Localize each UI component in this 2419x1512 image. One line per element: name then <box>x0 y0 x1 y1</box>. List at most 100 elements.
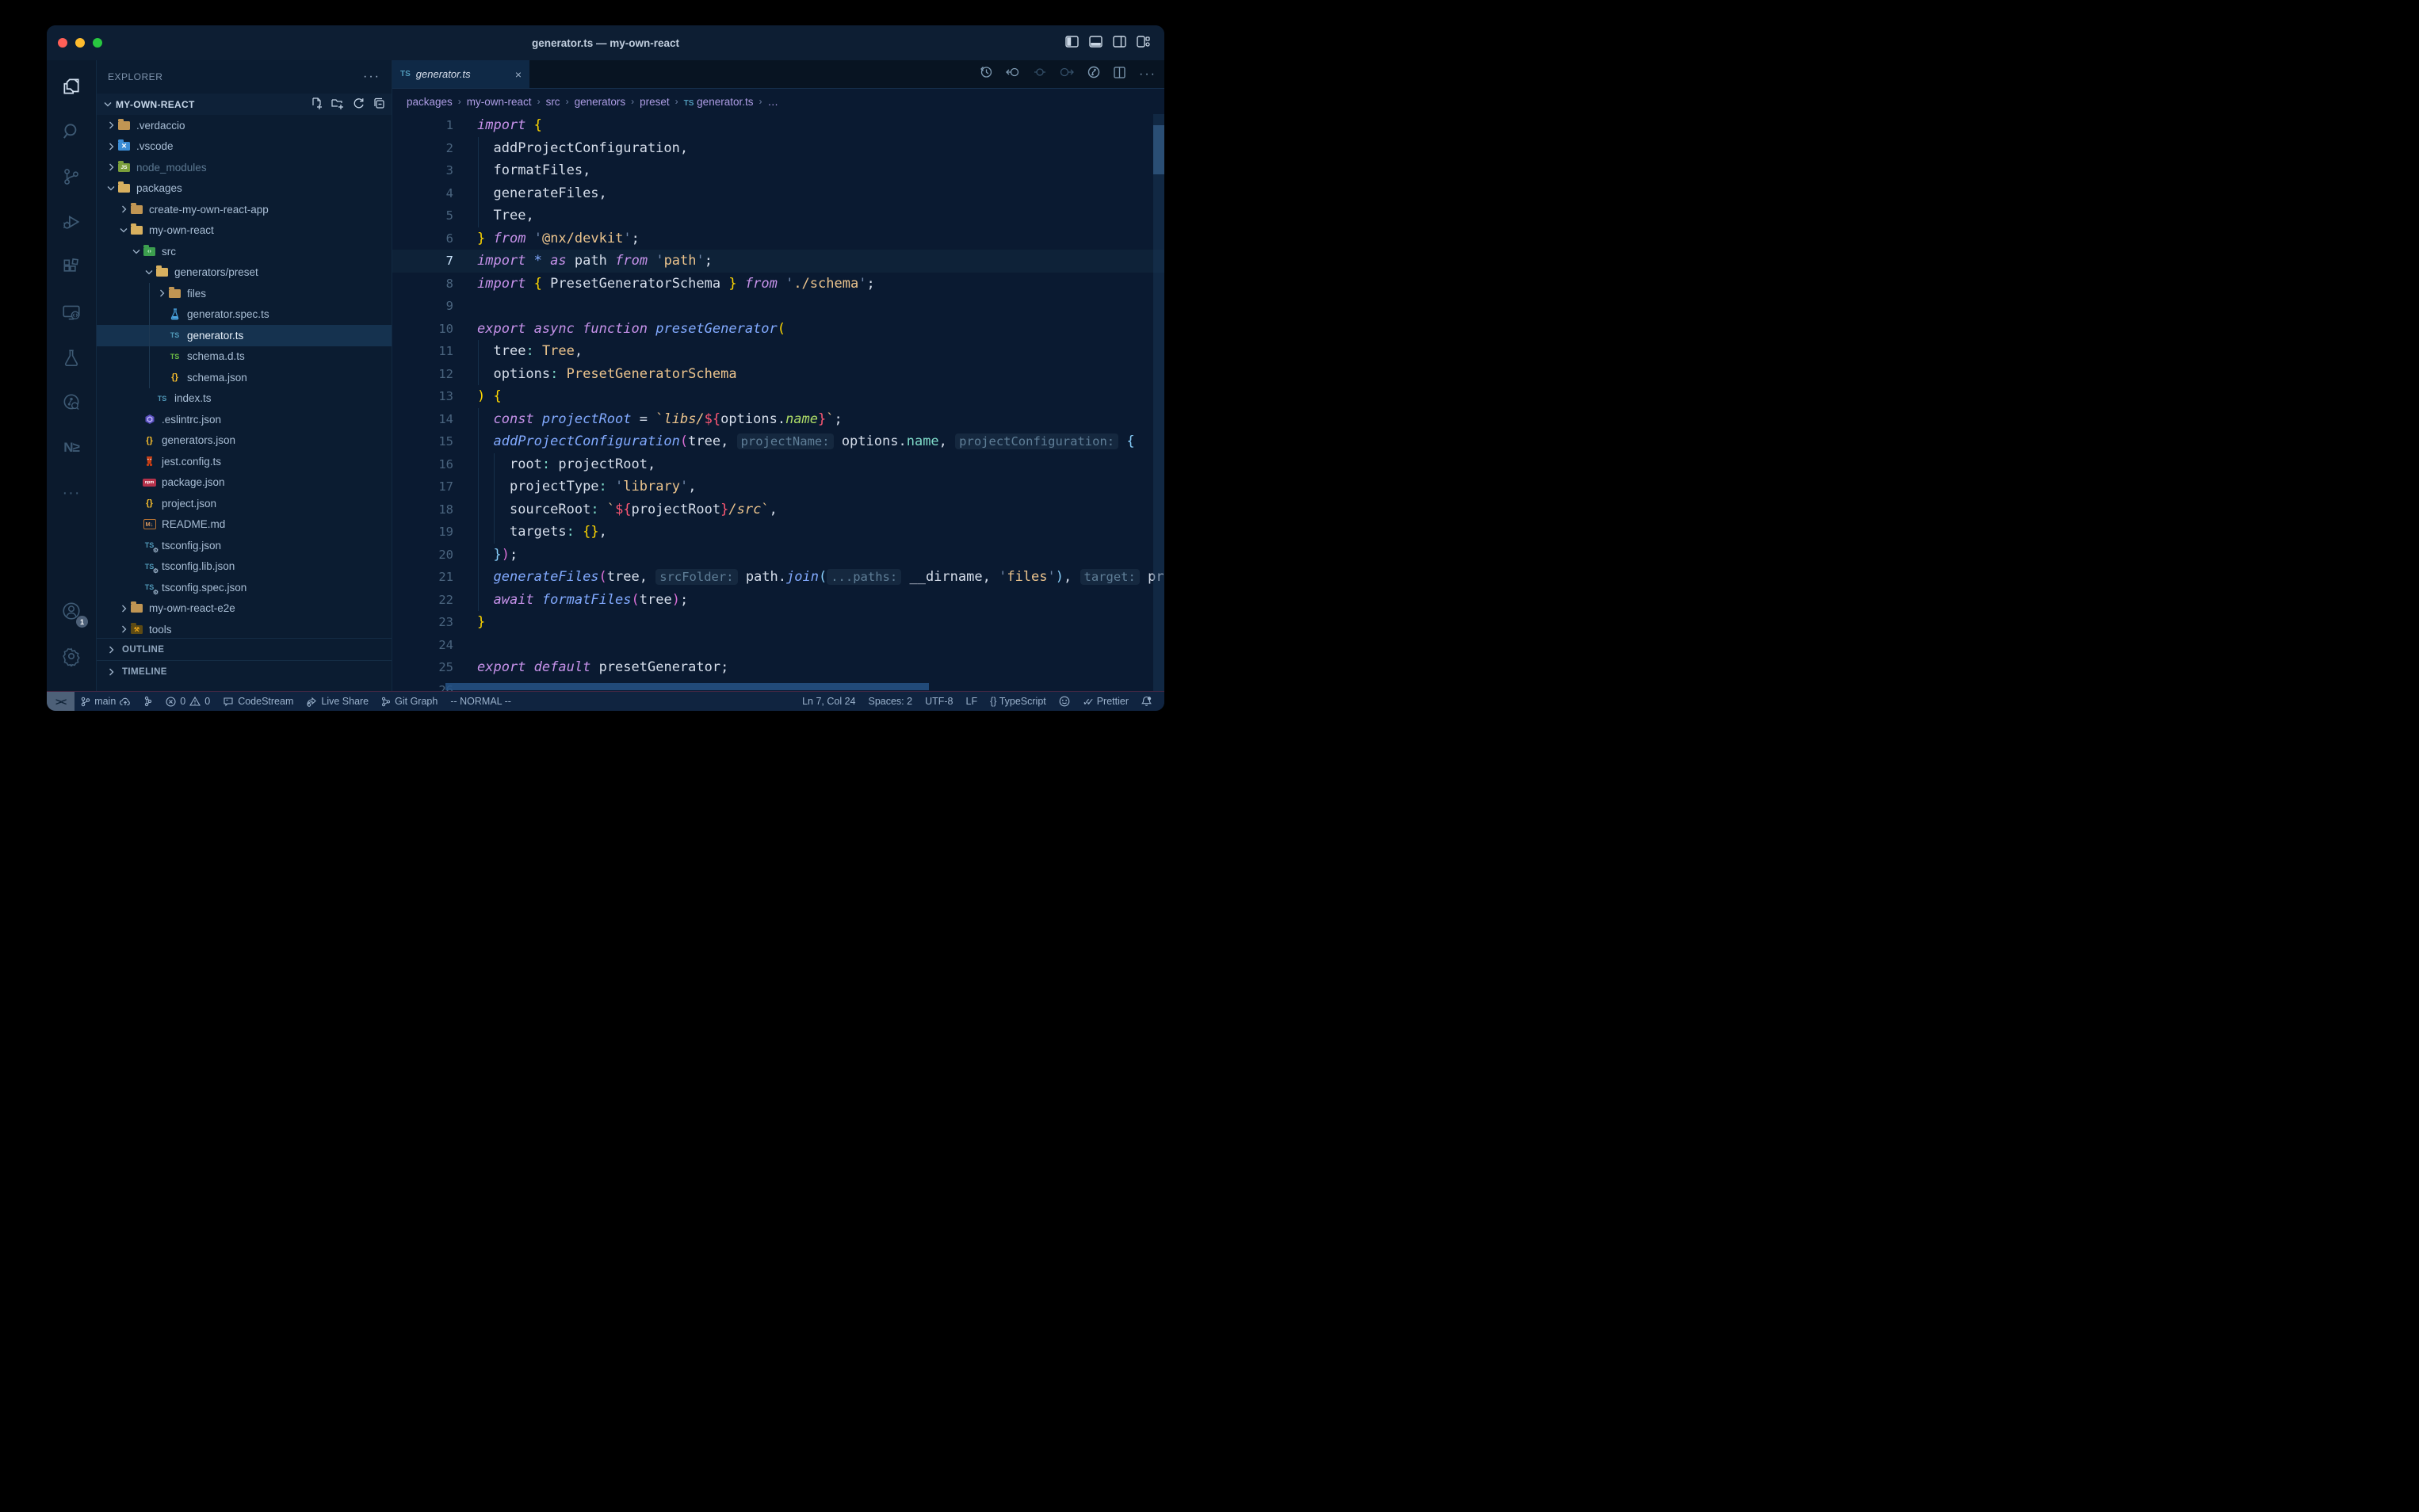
more-actions-icon[interactable]: ··· <box>1139 67 1156 82</box>
customize-layout-icon[interactable] <box>1137 36 1150 48</box>
status-cursor-position[interactable]: Ln 7, Col 24 <box>796 692 862 711</box>
tree-item-create-my-own-react-app[interactable]: create-my-own-react-app <box>97 199 392 220</box>
tree-item-generators-preset[interactable]: generators/preset <box>97 262 392 284</box>
breadcrumb: packages›my-own-react›src›generators›pre… <box>392 89 1164 114</box>
tree-item-README.md[interactable]: M↓README.md <box>97 514 392 536</box>
breadcrumb-item[interactable]: my-own-react <box>467 96 532 108</box>
horizontal-scrollbar[interactable] <box>445 683 929 690</box>
typescript-file-icon: TS <box>684 99 694 108</box>
status-eol[interactable]: LF <box>960 692 984 711</box>
toggle-secondary-sidebar-icon[interactable] <box>1113 36 1126 48</box>
status-codestream[interactable]: CodeStream <box>216 692 300 711</box>
tree-item-generator.spec.ts[interactable]: generator.spec.ts <box>97 304 392 326</box>
status-vim-mode[interactable]: -- NORMAL -- <box>444 692 518 711</box>
status-prettier[interactable]: ✓✓Prettier <box>1076 692 1135 711</box>
tree-item-schema.d.ts[interactable]: TS schema.d.ts <box>97 346 392 368</box>
project-root-header[interactable]: MY-OWN-REACT <box>97 94 392 115</box>
status-notifications[interactable] <box>1135 692 1158 711</box>
activity-testing-icon[interactable] <box>52 339 90 376</box>
status-git-branch[interactable]: main <box>75 692 137 711</box>
tree-item-.vscode[interactable]: ✕.vscode <box>97 136 392 158</box>
tree-item-tsconfig.spec.json[interactable]: TS⚙tsconfig.spec.json <box>97 577 392 598</box>
prev-change-icon[interactable] <box>1034 67 1046 82</box>
tree-item-generators.json[interactable]: {}generators.json <box>97 430 392 452</box>
tree-item-src[interactable]: ‹›src <box>97 241 392 262</box>
tree-item-packages[interactable]: packages <box>97 178 392 200</box>
zoom-window-button[interactable] <box>93 38 102 48</box>
collapse-folders-icon[interactable] <box>373 97 385 112</box>
status-live-share[interactable]: Live Share <box>300 692 375 711</box>
open-changes-icon[interactable] <box>1087 66 1100 82</box>
tree-item-node-modules[interactable]: JSnode_modules <box>97 157 392 178</box>
accounts-icon[interactable]: 1 <box>52 593 90 629</box>
status-language-mode[interactable]: {} TypeScript <box>984 692 1053 711</box>
status-encoding[interactable]: UTF-8 <box>919 692 959 711</box>
activity-search-icon[interactable] <box>52 113 90 150</box>
folder-open-icon <box>155 266 169 278</box>
breadcrumb-item[interactable]: TS generator.ts <box>684 96 754 108</box>
vertical-scrollbar-thumb[interactable] <box>1153 125 1164 174</box>
timeline-history-icon[interactable] <box>980 66 992 82</box>
code-line-13: 13) { <box>392 385 1164 408</box>
tree-item-label: generators/preset <box>174 266 258 278</box>
tree-item-label: schema.d.ts <box>187 350 245 362</box>
activity-remote-explorer-icon[interactable] <box>52 294 90 330</box>
new-folder-icon[interactable] <box>331 97 344 112</box>
breadcrumb-item[interactable]: … <box>767 96 778 108</box>
status-git-graph[interactable]: Git Graph <box>375 692 444 711</box>
navigate-back-icon[interactable] <box>1006 67 1020 82</box>
activity-git-history-icon[interactable] <box>52 384 90 421</box>
refresh-explorer-icon[interactable] <box>353 97 365 112</box>
file-json-icon: {} <box>168 372 182 384</box>
code-line-6: 6} from '@nx/devkit'; <box>392 227 1164 250</box>
breadcrumb-item[interactable]: packages <box>407 96 453 108</box>
titlebar[interactable]: generator.ts — my-own-react <box>47 25 1164 60</box>
activity-more-views-icon[interactable]: ··· <box>52 475 90 511</box>
new-file-icon[interactable] <box>311 97 323 112</box>
tree-item-jest.config.ts[interactable]: jest.config.ts <box>97 451 392 472</box>
close-tab-icon[interactable]: × <box>515 68 522 81</box>
activity-explorer-icon[interactable] <box>52 68 90 105</box>
vertical-scrollbar[interactable] <box>1153 114 1164 691</box>
tree-item-index.ts[interactable]: TSindex.ts <box>97 388 392 410</box>
activity-extensions-icon[interactable] <box>52 249 90 285</box>
activity-run-debug-icon[interactable] <box>52 204 90 240</box>
next-change-icon[interactable] <box>1060 67 1074 82</box>
breadcrumb-item[interactable]: src <box>546 96 560 108</box>
tab-generator-ts[interactable]: TS generator.ts × <box>392 60 529 88</box>
tree-item-generator.ts[interactable]: TSgenerator.ts <box>97 325 392 346</box>
tree-item-files[interactable]: files <box>97 283 392 304</box>
toggle-primary-sidebar-icon[interactable] <box>1065 36 1079 48</box>
tree-item-my-own-react[interactable]: my-own-react <box>97 220 392 242</box>
tree-item-.eslintrc.json[interactable]: .eslintrc.json <box>97 409 392 430</box>
minimize-window-button[interactable] <box>75 38 85 48</box>
status-problems[interactable]: 00 <box>159 692 216 711</box>
tree-item-tools[interactable]: ⚒tools <box>97 619 392 640</box>
code-editor[interactable]: 1import {2 addProjectConfiguration,3 for… <box>392 114 1164 691</box>
status-remote-indicator[interactable]: >< <box>47 692 75 711</box>
outline-section-header[interactable]: OUTLINE <box>97 638 392 660</box>
toggle-panel-icon[interactable] <box>1089 36 1102 48</box>
close-window-button[interactable] <box>58 38 67 48</box>
code-line-7: 7import * as path from 'path'; <box>392 250 1164 273</box>
file-ts-icon: TS <box>155 392 169 404</box>
status-pipeline[interactable] <box>137 692 159 711</box>
timeline-section-header[interactable]: TIMELINE <box>97 660 392 682</box>
breadcrumb-item[interactable]: generators <box>575 96 626 108</box>
tree-item-package.json[interactable]: npmpackage.json <box>97 472 392 494</box>
tree-item-schema.json[interactable]: {}schema.json <box>97 367 392 388</box>
tree-item-my-own-react-e2e[interactable]: my-own-react-e2e <box>97 598 392 620</box>
tree-item-project.json[interactable]: {}project.json <box>97 493 392 514</box>
activity-nx-console-icon[interactable]: N≥ <box>52 430 90 466</box>
tree-item-.verdaccio[interactable]: .verdaccio <box>97 115 392 136</box>
status-indentation[interactable]: Spaces: 2 <box>862 692 919 711</box>
explorer-more-actions-icon[interactable]: ··· <box>363 70 380 84</box>
settings-gear-icon[interactable] <box>52 638 90 674</box>
activity-source-control-icon[interactable] <box>52 158 90 195</box>
file-ts-green-icon: TS <box>168 350 182 362</box>
status-feedback[interactable] <box>1053 692 1076 711</box>
tree-item-tsconfig.json[interactable]: TS⚙tsconfig.json <box>97 535 392 556</box>
tree-item-tsconfig.lib.json[interactable]: TS⚙tsconfig.lib.json <box>97 556 392 578</box>
split-editor-icon[interactable] <box>1114 67 1125 82</box>
breadcrumb-item[interactable]: preset <box>640 96 670 108</box>
